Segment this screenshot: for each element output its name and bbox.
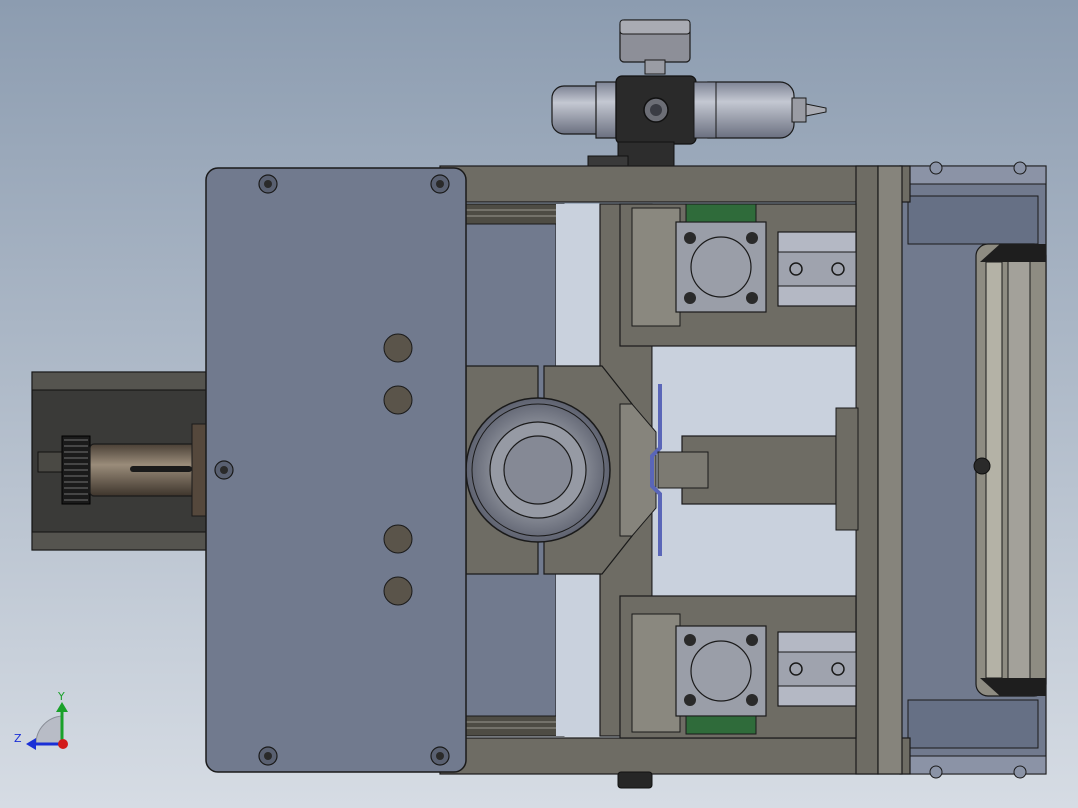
upper-cylinder-bolt — [684, 232, 696, 244]
frame-top-bar[interactable] — [439, 165, 911, 203]
lower-cylinder-bore — [690, 640, 752, 702]
regulator-left-ring — [595, 81, 617, 139]
regulator-right-ring — [693, 81, 717, 139]
regulator-port-inner — [650, 104, 662, 116]
frame-right-post[interactable] — [855, 165, 879, 775]
cover-bolt-center — [264, 180, 272, 188]
right-end-lower-panel — [907, 699, 1039, 749]
lower-cylinder-bolt — [746, 694, 758, 706]
upper-cylinder-bolt — [684, 292, 696, 304]
workpiece-hub — [503, 435, 573, 505]
triad-origin — [58, 739, 68, 749]
left-shaft-housing[interactable] — [31, 371, 211, 551]
assembly-drawing: Y Z — [0, 0, 1078, 808]
back-panel-ribs-top — [461, 203, 565, 225]
right-slide-screw — [973, 457, 991, 475]
locating-pin-hole — [383, 524, 413, 554]
triad-z-label: Z — [14, 732, 22, 745]
right-block-bolt — [1013, 765, 1027, 779]
bottom-foot[interactable] — [617, 771, 653, 789]
cover-plate-body — [205, 167, 467, 773]
right-block-bolt — [929, 765, 943, 779]
gauge-stem — [644, 59, 666, 75]
cover-bolt-center — [436, 752, 444, 760]
upper-cylinder-bore — [690, 236, 752, 298]
lower-mount-plate — [631, 613, 681, 733]
pressure-gauge-face — [619, 19, 691, 35]
regulator-nipple — [791, 97, 807, 123]
lower-cylinder-bolt — [684, 694, 696, 706]
shaft-slot — [130, 466, 192, 472]
punch-tip — [657, 451, 709, 489]
locating-pin-hole — [383, 576, 413, 606]
right-block-bolt — [929, 161, 943, 175]
punch-backplate — [835, 407, 859, 531]
upper-cylinder-bolt — [746, 292, 758, 304]
upper-cylinder-sensor — [685, 203, 757, 223]
cover-bolt-center — [220, 466, 228, 474]
frame-bottom-bar[interactable] — [439, 737, 911, 775]
right-slide-groove — [1007, 251, 1031, 689]
cover-bolt-center — [436, 180, 444, 188]
right-end-upper-panel — [907, 195, 1039, 245]
lower-cylinder-sensor — [685, 715, 757, 735]
upper-cylinder-bolt — [746, 232, 758, 244]
housing-top-lip — [31, 371, 211, 391]
cover-bolt-center — [264, 752, 272, 760]
back-panel-ribs-bottom — [461, 715, 565, 737]
housing-bottom-lip — [31, 531, 211, 551]
frame-right-post-outer — [877, 165, 903, 775]
cover-plate[interactable] — [205, 167, 467, 773]
triad-y-label: Y — [57, 690, 65, 703]
locating-pin-hole — [383, 333, 413, 363]
upper-mount-plate — [631, 207, 681, 327]
right-block-bolt — [1013, 161, 1027, 175]
cad-viewport[interactable]: Y Z — [0, 0, 1078, 808]
lower-cylinder-bolt — [684, 634, 696, 646]
lower-cylinder-bolt — [746, 634, 758, 646]
locating-pin-hole — [383, 385, 413, 415]
